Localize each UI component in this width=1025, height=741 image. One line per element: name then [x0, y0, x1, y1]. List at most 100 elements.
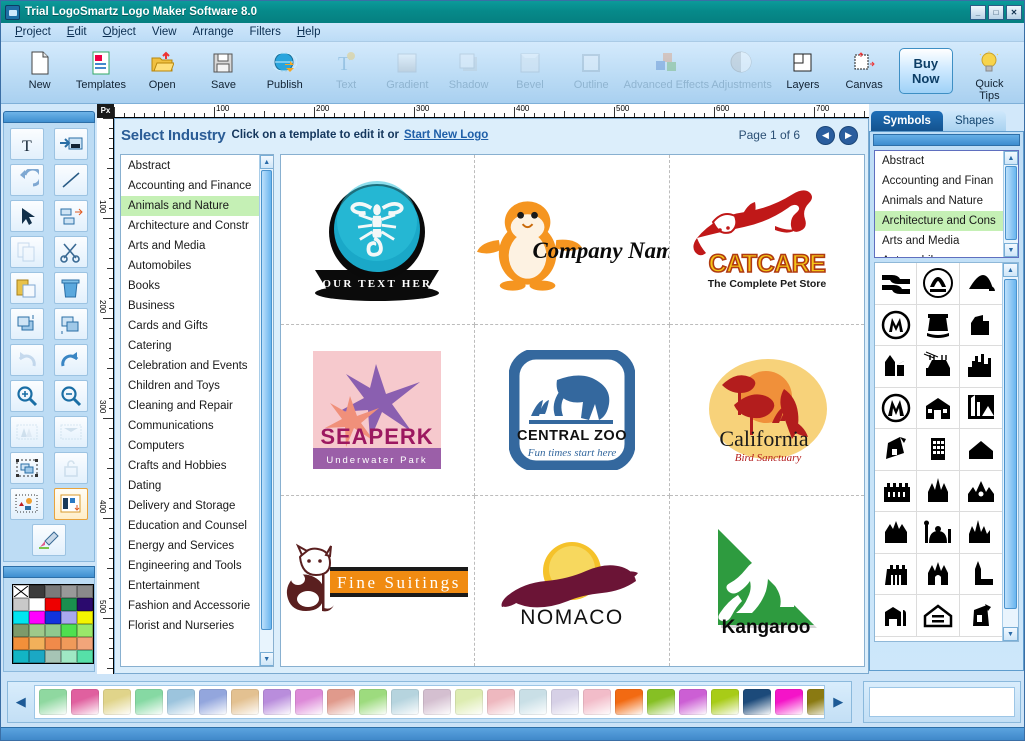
- color-swatch[interactable]: [61, 650, 77, 663]
- delete-tool[interactable]: [54, 272, 88, 304]
- palette-swatch[interactable]: [199, 689, 227, 715]
- palette-swatch[interactable]: [807, 689, 826, 715]
- color-swatch[interactable]: [29, 611, 45, 624]
- palette-swatch[interactable]: [743, 689, 771, 715]
- color-swatch[interactable]: [45, 598, 61, 611]
- zoom-in-tool[interactable]: [10, 380, 44, 412]
- prev-page-button[interactable]: ◀: [816, 126, 835, 145]
- template-penguin-logo[interactable]: Company Name: [475, 155, 669, 325]
- send-backward-tool[interactable]: [54, 308, 88, 340]
- palette-swatch[interactable]: [487, 689, 515, 715]
- industry-scroll-down-button[interactable]: ▼: [260, 652, 274, 666]
- toolbar-button-open[interactable]: Open: [132, 46, 193, 102]
- start-new-logo-link[interactable]: Start New Logo: [404, 129, 488, 141]
- color-swatch[interactable]: [13, 598, 29, 611]
- industry-list-item[interactable]: Celebration and Events: [121, 356, 259, 376]
- industry-list-item[interactable]: Fashion and Accessorie: [121, 596, 259, 616]
- template-scorpion-logo[interactable]: YOUR TEXT HERE: [281, 155, 475, 325]
- palette-swatch[interactable]: [263, 689, 291, 715]
- template-central-zoo-logo[interactable]: CENTRAL ZOO Fun times start here: [475, 325, 669, 495]
- quick-tips-button[interactable]: QuickTips: [959, 46, 1020, 102]
- industry-list-item[interactable]: Catering: [121, 336, 259, 356]
- color-swatch[interactable]: [61, 585, 77, 598]
- industry-list-item[interactable]: Cleaning and Repair: [121, 396, 259, 416]
- line-tool[interactable]: [54, 164, 88, 196]
- rotate-tool[interactable]: [10, 164, 44, 196]
- industry-list-item[interactable]: Crafts and Hobbies: [121, 456, 259, 476]
- industry-list-item[interactable]: Computers: [121, 436, 259, 456]
- industry-list-item[interactable]: Business: [121, 296, 259, 316]
- symbol-scroll-down-button[interactable]: ▼: [1003, 627, 1018, 641]
- menu-item-arrange[interactable]: Arrange: [193, 26, 234, 38]
- industry-list-item[interactable]: Books: [121, 276, 259, 296]
- color-swatch[interactable]: [13, 624, 29, 637]
- buy-now-button[interactable]: BuyNow: [899, 48, 953, 94]
- color-swatch[interactable]: [45, 585, 61, 598]
- color-swatch[interactable]: [77, 637, 93, 650]
- symbol-skyscraper-mountain-symbol[interactable]: [960, 388, 1002, 430]
- industry-list-item[interactable]: Florist and Nurseries: [121, 616, 259, 636]
- symbol-category-item[interactable]: Accounting and Finan: [875, 171, 1003, 191]
- menu-item-edit[interactable]: Edit: [67, 26, 87, 38]
- industry-list-item[interactable]: Engineering and Tools: [121, 556, 259, 576]
- symbol-m-bridge-badge-symbol[interactable]: [917, 263, 959, 305]
- symbol-m-circle-symbol[interactable]: [875, 305, 917, 347]
- symbol-category-scroll-down-button[interactable]: ▼: [1004, 243, 1018, 257]
- industry-list-item[interactable]: Education and Counsel: [121, 516, 259, 536]
- industry-scroll-thumb[interactable]: [261, 170, 272, 630]
- symbol-category-item[interactable]: Architecture and Cons: [875, 211, 1003, 231]
- color-swatch[interactable]: [45, 637, 61, 650]
- color-swatch[interactable]: [45, 624, 61, 637]
- template-kangaroo-logo[interactable]: Kangaroo: [670, 496, 864, 666]
- palette-swatch[interactable]: [135, 689, 163, 715]
- tab-symbols[interactable]: Symbols: [871, 111, 943, 131]
- scatter-tool[interactable]: [10, 488, 44, 520]
- symbol-m-circle-alt-symbol[interactable]: [875, 388, 917, 430]
- menu-item-view[interactable]: View: [152, 26, 177, 38]
- symbol-category-item[interactable]: Automobiles: [875, 251, 1003, 257]
- industry-list[interactable]: AbstractAccounting and FinanceAnimals an…: [120, 154, 274, 667]
- zoom-out-tool[interactable]: [54, 380, 88, 412]
- industry-scroll-up-button[interactable]: ▲: [260, 155, 274, 169]
- palette-swatch[interactable]: [647, 689, 675, 715]
- color-swatch[interactable]: [61, 637, 77, 650]
- cut-tool[interactable]: [54, 236, 88, 268]
- color-swatch[interactable]: [45, 611, 61, 624]
- symbol-category-item[interactable]: Animals and Nature: [875, 191, 1003, 211]
- paste-tool[interactable]: [10, 272, 44, 304]
- industry-list-item[interactable]: Energy and Services: [121, 536, 259, 556]
- palette-swatch[interactable]: [391, 689, 419, 715]
- symbol-ruined-columns-symbol[interactable]: [917, 305, 959, 347]
- toolbar-button-new[interactable]: New: [9, 46, 70, 102]
- symbol-construction-site-symbol[interactable]: [917, 346, 959, 388]
- industry-list-item[interactable]: Animals and Nature: [121, 196, 259, 216]
- symbol-fortress-symbol[interactable]: [875, 554, 917, 596]
- color-swatch[interactable]: [77, 611, 93, 624]
- palette-swatch[interactable]: [455, 689, 483, 715]
- industry-list-item[interactable]: Cards and Gifts: [121, 316, 259, 336]
- palette-swatch[interactable]: [39, 689, 67, 715]
- color-swatch[interactable]: [29, 598, 45, 611]
- align-tool[interactable]: [54, 488, 88, 520]
- toolbar-button-canvas[interactable]: Canvas: [834, 46, 895, 102]
- industry-list-item[interactable]: Delivery and Storage: [121, 496, 259, 516]
- select-tool[interactable]: [10, 200, 44, 232]
- industry-list-item[interactable]: Dating: [121, 476, 259, 496]
- bring-forward-tool[interactable]: [10, 308, 44, 340]
- maximize-button[interactable]: □: [988, 5, 1004, 20]
- symbol-scroll-thumb[interactable]: [1004, 279, 1017, 609]
- color-swatch[interactable]: [13, 611, 29, 624]
- symbol-category-scroll-thumb[interactable]: [1005, 166, 1017, 240]
- palette-swatch[interactable]: [775, 689, 803, 715]
- symbol-road-lanes-symbol[interactable]: [875, 263, 917, 305]
- palette-swatch[interactable]: [423, 689, 451, 715]
- insert-image-tool[interactable]: [54, 128, 88, 160]
- color-swatch[interactable]: [61, 611, 77, 624]
- template-catcare-logo[interactable]: CATCARE The Complete Pet Store: [670, 155, 864, 325]
- symbol-city-skyline-symbol[interactable]: [960, 346, 1002, 388]
- symbol-office-windows-symbol[interactable]: [917, 429, 959, 471]
- palette-next-button[interactable]: ▶: [825, 694, 851, 710]
- palette-swatch[interactable]: [519, 689, 547, 715]
- industry-list-item[interactable]: Automobiles: [121, 256, 259, 276]
- symbol-leaning-shack-symbol[interactable]: [960, 595, 1002, 637]
